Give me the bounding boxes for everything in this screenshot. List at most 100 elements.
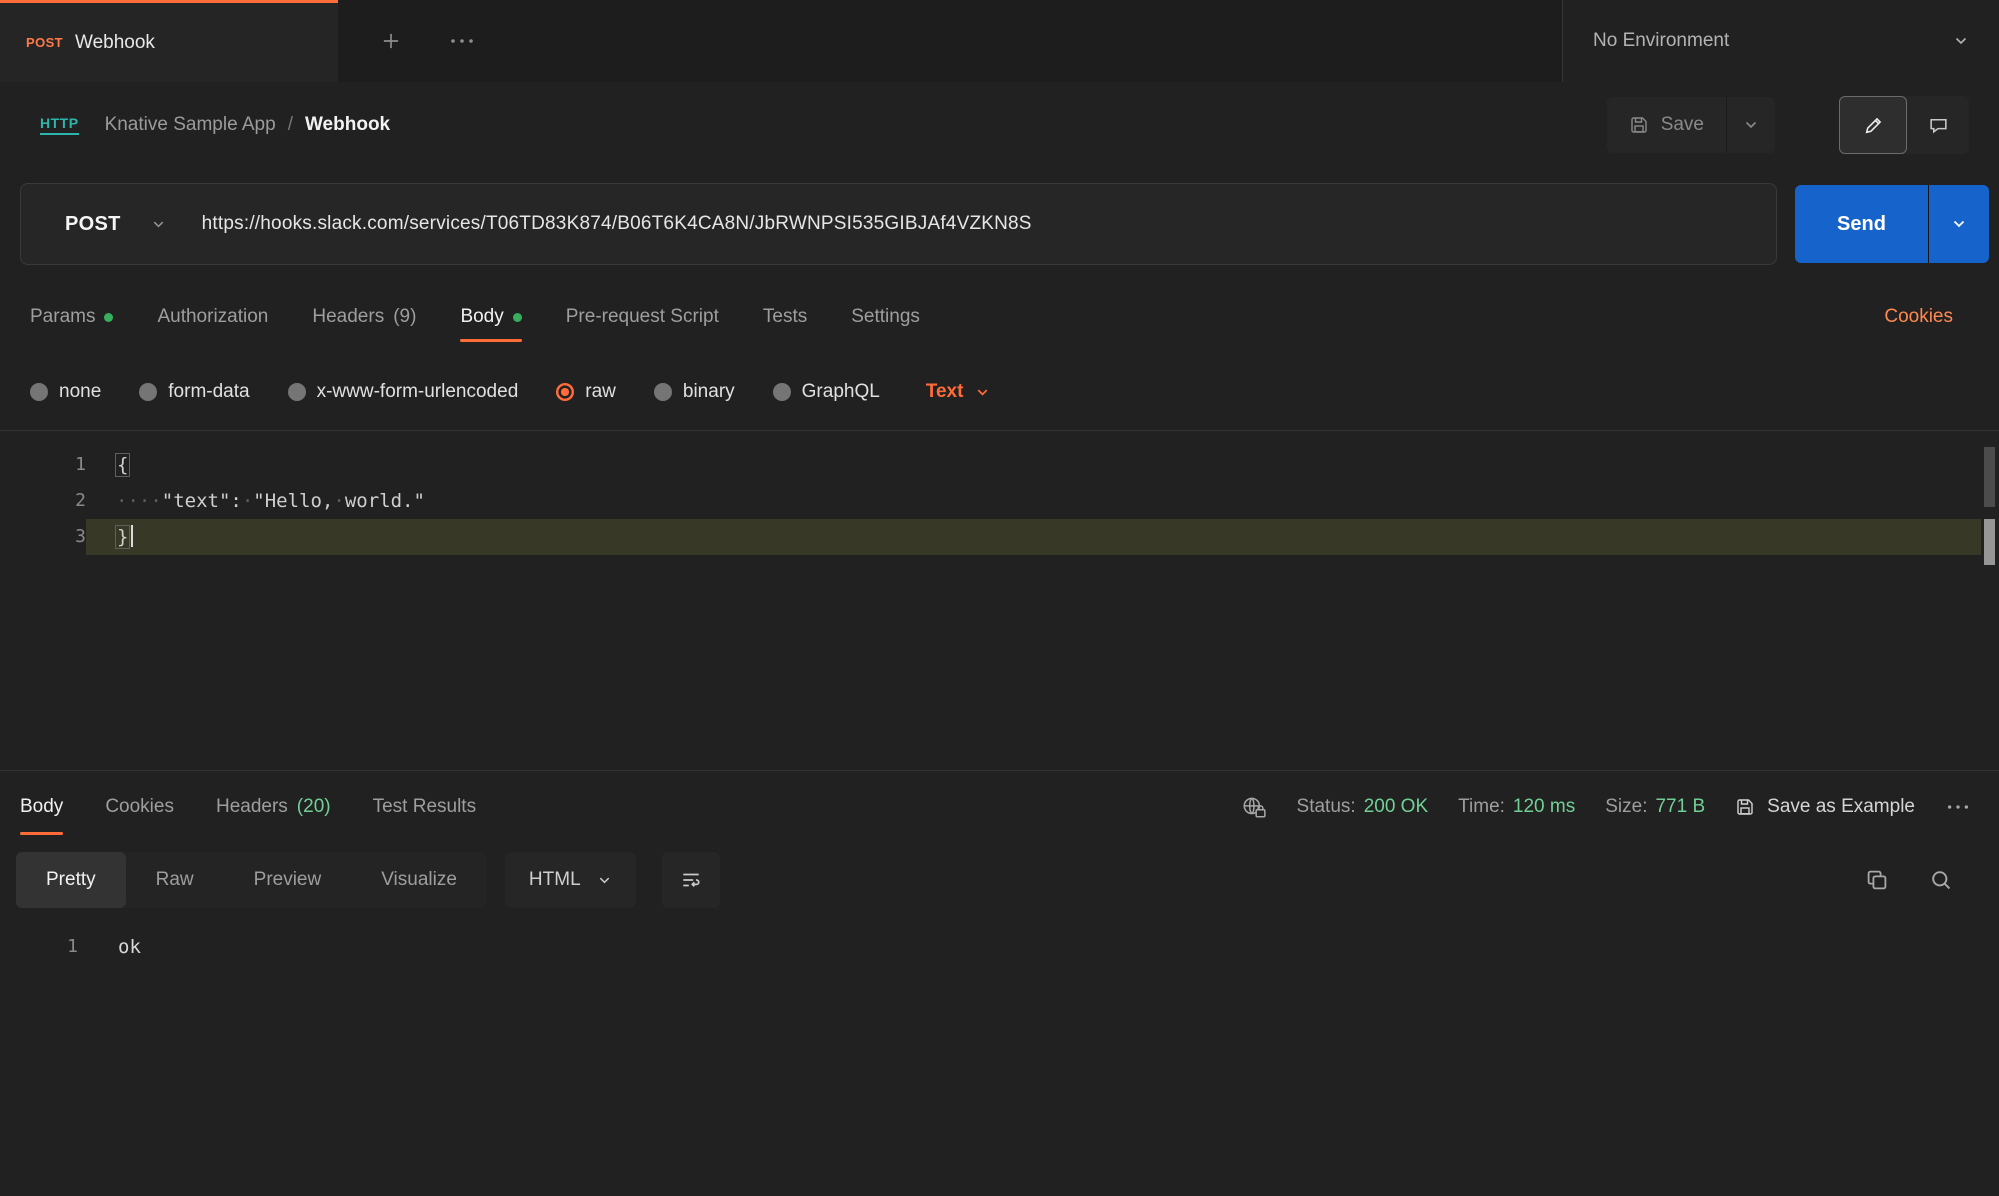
- response-meta: Status: 200 OK Time: 120 ms Size: 771 B …: [1241, 771, 1971, 843]
- send-button-group: Send: [1795, 185, 1989, 263]
- code-token: {: [116, 454, 129, 476]
- response-format-label: HTML: [529, 869, 581, 891]
- size-stat: Size: 771 B: [1605, 796, 1705, 818]
- save-button-group: Save: [1607, 97, 1775, 153]
- view-tab-raw[interactable]: Raw: [126, 852, 224, 908]
- tab-options-button[interactable]: [448, 36, 476, 46]
- save-button-label: Save: [1661, 114, 1704, 136]
- status-label: Status:: [1297, 796, 1356, 818]
- tab-count: (20): [297, 796, 331, 818]
- raw-language-selector[interactable]: Text: [926, 381, 991, 403]
- response-tab-test-results[interactable]: Test Results: [373, 771, 476, 843]
- response-tab-cookies[interactable]: Cookies: [105, 771, 174, 843]
- response-line[interactable]: 1ok: [0, 929, 1999, 965]
- edit-comment-group: [1839, 96, 1969, 154]
- cookies-link[interactable]: Cookies: [1884, 306, 1953, 328]
- size-label: Size:: [1605, 796, 1647, 818]
- network-info-button[interactable]: [1241, 795, 1267, 819]
- response-text[interactable]: ok: [78, 929, 1981, 965]
- edit-request-button[interactable]: [1839, 96, 1907, 154]
- breadcrumb-collection[interactable]: Knative Sample App: [105, 114, 276, 136]
- body-type-label: GraphQL: [802, 381, 880, 403]
- tab-actions: [338, 0, 476, 82]
- breadcrumb-request-name[interactable]: Webhook: [305, 114, 390, 136]
- wrap-lines-button[interactable]: [662, 852, 720, 908]
- more-options-icon: [1945, 802, 1971, 812]
- chevron-down-icon: [975, 385, 990, 400]
- open-request-tab[interactable]: POST Webhook: [0, 0, 338, 82]
- radio-icon: [288, 383, 306, 401]
- save-button[interactable]: Save: [1607, 97, 1726, 153]
- response-body-viewer[interactable]: 1ok: [0, 917, 1999, 965]
- editor-line[interactable]: 2····"text":·"Hello,·world.": [0, 483, 1999, 519]
- more-options-icon: [448, 36, 476, 46]
- tab-count: (9): [393, 306, 416, 328]
- new-tab-button[interactable]: [380, 30, 402, 52]
- response-tab-body[interactable]: Body: [20, 771, 63, 843]
- chevron-down-icon: [1953, 33, 1969, 49]
- editor-line[interactable]: 1{: [0, 447, 1999, 483]
- view-tab-pretty[interactable]: Pretty: [16, 852, 126, 908]
- radio-icon: [30, 383, 48, 401]
- whitespace-dots: ·: [242, 490, 253, 512]
- tab-body[interactable]: Body: [460, 280, 521, 354]
- time-value[interactable]: 120 ms: [1513, 796, 1575, 818]
- body-type-form-data[interactable]: form-data: [139, 381, 249, 403]
- code-text[interactable]: }: [86, 519, 1981, 555]
- view-tab-preview[interactable]: Preview: [224, 852, 352, 908]
- response-tab-headers[interactable]: Headers (20): [216, 771, 331, 843]
- code-text[interactable]: ····"text":·"Hello,·world.": [86, 483, 1981, 519]
- save-as-example-label: Save as Example: [1767, 796, 1915, 818]
- editor-scrollbar-thumb[interactable]: [1984, 447, 1995, 507]
- request-tabs: Params Authorization Headers (9) Body Pr…: [0, 280, 1999, 354]
- comment-icon: [1928, 115, 1949, 136]
- view-tab-visualize[interactable]: Visualize: [351, 852, 487, 908]
- tab-label: Test Results: [373, 796, 476, 818]
- request-body-editor[interactable]: 1{2····"text":·"Hello,·world."3}: [0, 430, 1999, 770]
- method-selector[interactable]: POST: [21, 213, 202, 236]
- environment-selector[interactable]: No Environment: [1562, 0, 1999, 82]
- body-type-binary[interactable]: binary: [654, 381, 735, 403]
- tab-headers[interactable]: Headers (9): [312, 280, 416, 354]
- modified-dot: [104, 313, 113, 322]
- radio-icon: [773, 383, 791, 401]
- url-input[interactable]: https://hooks.slack.com/services/T06TD83…: [202, 213, 1032, 235]
- breadcrumb-separator: /: [288, 114, 293, 136]
- tab-pre-request-script[interactable]: Pre-request Script: [566, 280, 719, 354]
- code-text[interactable]: {: [86, 447, 1981, 483]
- response-section: Body Cookies Headers (20) Test Results S…: [0, 770, 1999, 965]
- copy-response-button[interactable]: [1865, 868, 1889, 892]
- response-tools: [1865, 868, 1953, 892]
- code-token: "Hello,: [253, 490, 333, 512]
- body-type-none[interactable]: none: [30, 381, 101, 403]
- body-type-raw[interactable]: raw: [556, 381, 616, 403]
- size-value[interactable]: 771 B: [1655, 796, 1705, 818]
- request-header: HTTP Knative Sample App / Webhook Save: [0, 82, 1999, 168]
- editor-line[interactable]: 3}: [0, 519, 1999, 555]
- search-response-button[interactable]: [1929, 868, 1953, 892]
- body-type-graphql[interactable]: GraphQL: [773, 381, 880, 403]
- code-token: world.": [345, 490, 425, 512]
- tab-label: Params: [30, 306, 95, 328]
- send-options-button[interactable]: [1929, 185, 1989, 263]
- save-options-button[interactable]: [1727, 97, 1775, 153]
- globe-lock-icon: [1241, 795, 1267, 819]
- status-value[interactable]: 200 OK: [1364, 796, 1428, 818]
- tab-tests[interactable]: Tests: [763, 280, 807, 354]
- http-protocol-icon: HTTP: [40, 115, 79, 135]
- modified-dot: [513, 313, 522, 322]
- body-type-x-www-form-urlencoded[interactable]: x-www-form-urlencoded: [288, 381, 519, 403]
- body-type-label: form-data: [168, 381, 249, 403]
- send-button[interactable]: Send: [1795, 185, 1928, 263]
- radio-icon: [139, 383, 157, 401]
- tab-method-badge: POST: [26, 35, 63, 50]
- comments-button[interactable]: [1907, 96, 1969, 154]
- response-format-selector[interactable]: HTML: [505, 852, 636, 908]
- tab-label: Authorization: [157, 306, 268, 328]
- save-as-example-button[interactable]: Save as Example: [1735, 796, 1915, 818]
- response-options-button[interactable]: [1945, 802, 1971, 812]
- tab-params[interactable]: Params: [30, 280, 113, 354]
- tab-settings[interactable]: Settings: [851, 280, 920, 354]
- tab-authorization[interactable]: Authorization: [157, 280, 268, 354]
- tab-label: Cookies: [105, 796, 174, 818]
